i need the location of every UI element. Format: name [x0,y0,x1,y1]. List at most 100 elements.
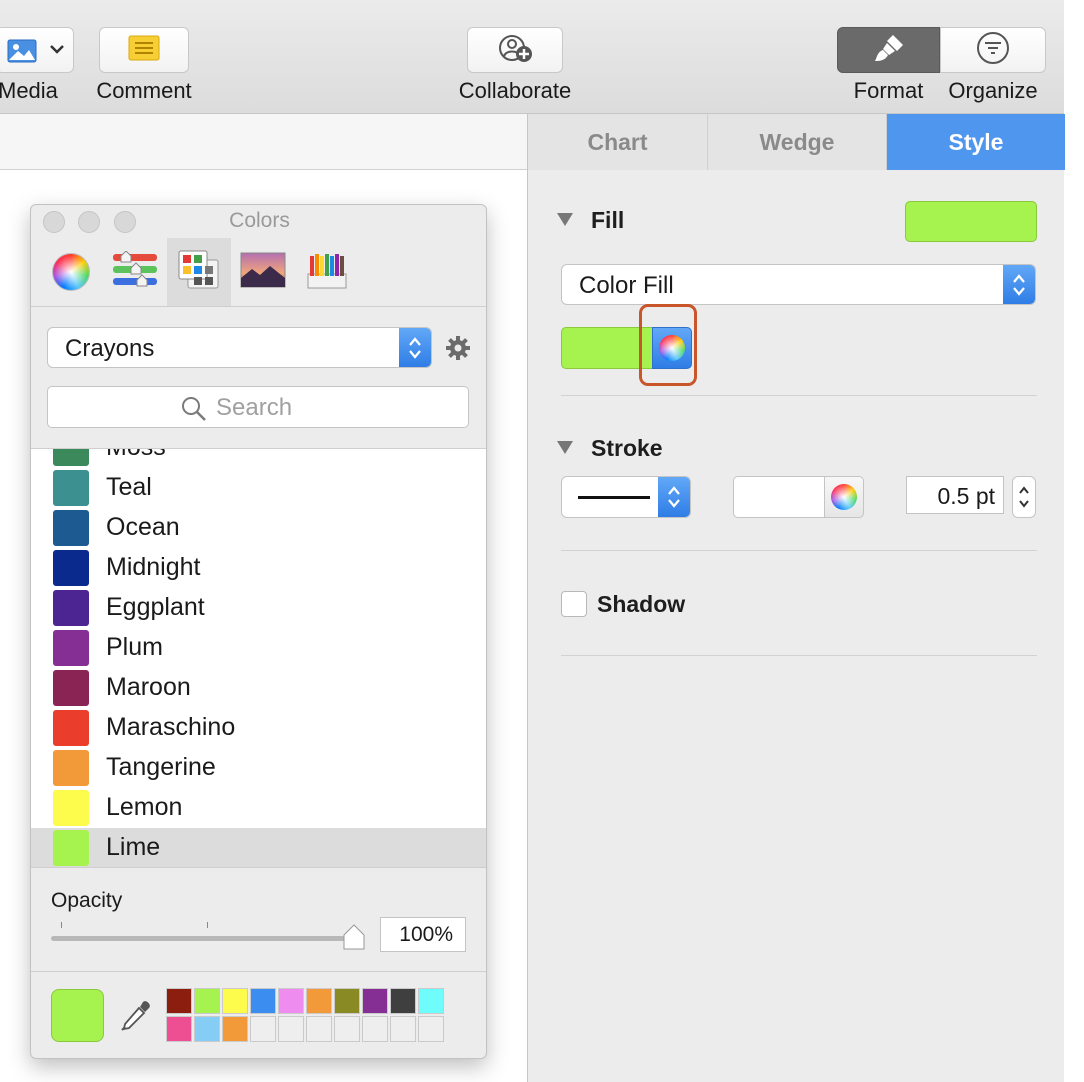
divider [561,655,1037,656]
tab-chart[interactable]: Chart [528,114,708,170]
fill-color-well[interactable] [905,201,1037,242]
disclosure-triangle-icon[interactable] [557,213,573,226]
crayon-name: Lime [106,833,161,861]
document-ruler-strip [0,114,527,170]
slider-thumb[interactable] [343,924,365,950]
color-wheel-icon [831,484,857,510]
stroke-line-preview [578,496,650,499]
saved-swatch[interactable] [306,988,332,1014]
crayon-name: Maroon [106,673,191,701]
list-item[interactable]: Lemon [31,788,486,828]
saved-swatch[interactable] [166,988,192,1014]
list-item[interactable]: Tangerine [31,748,486,788]
divider [561,550,1037,551]
palette-popup[interactable]: Crayons [47,327,432,368]
crayon-name: Ocean [106,513,180,541]
comment-button[interactable] [99,27,189,73]
image-palettes-mode-button[interactable] [231,238,295,306]
saved-swatch[interactable] [194,988,220,1014]
saved-swatch[interactable] [334,988,360,1014]
saved-swatch[interactable] [250,988,276,1014]
crayon-name: Lemon [106,793,183,821]
list-item[interactable]: Maraschino [31,708,486,748]
app-window: Media Comment Collaborate Format Organiz… [0,0,1084,1082]
disclosure-triangle-icon[interactable] [557,441,573,454]
crayon-swatch [53,470,89,506]
crayon-swatch [53,630,89,666]
crayon-swatch [53,449,89,466]
current-color-well[interactable] [51,989,104,1042]
crayon-swatch [53,830,89,866]
highlight-box [639,304,697,386]
list-item[interactable]: Maroon [31,668,486,708]
crayon-swatch [53,510,89,546]
crayon-list[interactable]: Moss Teal Ocean Midnight Eggplant Plum [31,448,486,868]
stroke-color-well[interactable] [733,476,825,518]
stroke-color-wheel-button[interactable] [824,476,864,518]
saved-swatch[interactable] [166,1016,192,1042]
fill-section-label: Fill [591,207,625,233]
saved-swatch[interactable] [278,988,304,1014]
saved-swatch[interactable] [362,988,388,1014]
search-icon [181,396,207,427]
pencils-mode-button[interactable] [295,238,359,306]
colors-panel-title: Colors [229,209,290,232]
collaborate-button[interactable] [467,27,563,73]
saved-swatch[interactable] [222,1016,248,1042]
crayon-swatch [53,590,89,626]
colors-panel: Colors Crayons Search Teal Ocean Midnigh… [30,204,487,1059]
empty-swatch[interactable] [278,1016,304,1042]
tab-wedge[interactable]: Wedge [708,114,887,170]
empty-swatch[interactable] [362,1016,388,1042]
add-person-icon [494,33,536,68]
format-button[interactable] [837,27,940,73]
comment-label: Comment [96,78,192,103]
stroke-style-popup[interactable] [561,476,691,518]
crayon-name: Teal [106,473,152,501]
gear-icon[interactable] [445,335,471,361]
color-palettes-mode-button[interactable] [167,238,231,306]
empty-swatch[interactable] [250,1016,276,1042]
slider-tick [207,922,208,928]
list-item-selected[interactable]: Lime [31,828,486,867]
empty-swatch[interactable] [418,1016,444,1042]
stroke-width-value: 0.5 pt [937,483,995,509]
list-item[interactable]: Ocean [31,508,486,548]
color-sliders-mode-button[interactable] [103,238,167,306]
organize-button[interactable] [940,27,1046,73]
fill-type-value: Color Fill [579,272,674,299]
eyedropper-icon[interactable] [119,999,153,1033]
divider [561,395,1037,396]
stroke-width-stepper[interactable] [1012,476,1036,518]
empty-swatch[interactable] [306,1016,332,1042]
search-field[interactable]: Search [47,386,469,428]
stroke-width-field[interactable]: 0.5 pt [906,476,1004,514]
tab-style[interactable]: Style [887,114,1065,170]
shadow-checkbox[interactable] [561,591,587,617]
list-item[interactable]: Eggplant [31,588,486,628]
saved-swatches [166,988,446,1044]
media-button[interactable] [0,27,74,73]
saved-swatch[interactable] [222,988,248,1014]
opacity-field[interactable]: 100% [380,917,466,952]
opacity-value: 100% [399,923,453,946]
saved-swatch[interactable] [418,988,444,1014]
slider-tick [61,922,62,928]
opacity-slider[interactable] [51,920,369,950]
saved-swatch[interactable] [390,988,416,1014]
list-item[interactable]: Plum [31,628,486,668]
empty-swatch[interactable] [390,1016,416,1042]
list-item[interactable]: Teal [31,468,486,508]
format-label: Format [853,78,924,103]
updown-arrows-icon [399,328,431,367]
list-item[interactable]: Midnight [31,548,486,588]
fill-type-popup[interactable]: Color Fill [561,264,1036,305]
opacity-label: Opacity [51,889,123,912]
color-wheel-mode-button[interactable] [39,238,103,306]
format-inspector: Chart Wedge Style Fill Color Fill Stroke [527,114,1065,1082]
saved-swatch[interactable] [194,1016,220,1042]
media-label: Media [0,78,58,103]
color-wheel-icon [52,253,90,291]
empty-swatch[interactable] [334,1016,360,1042]
list-item[interactable]: Moss [31,449,486,468]
